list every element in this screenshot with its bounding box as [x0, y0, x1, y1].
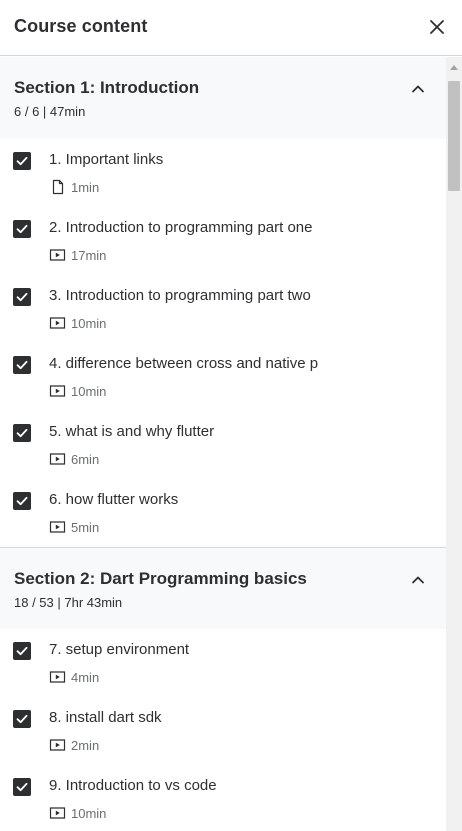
lecture-item[interactable]: 2. Introduction to programming part one 1…	[0, 207, 446, 275]
checkbox-checked[interactable]	[13, 778, 31, 796]
checkbox-checked[interactable]	[13, 356, 31, 374]
lecture-title[interactable]: 8. install dart sdk	[49, 709, 335, 726]
video-play-icon	[49, 247, 66, 263]
checkbox-checked[interactable]	[13, 152, 31, 170]
lecture-meta: 17min	[49, 247, 106, 263]
checkbox-checked[interactable]	[13, 220, 31, 238]
checkmark-icon	[16, 496, 28, 506]
lecture-item[interactable]: 3. Introduction to programming part two 1…	[0, 275, 446, 343]
video-play-icon	[49, 737, 66, 753]
video-play-icon	[49, 451, 66, 467]
lecture-title[interactable]: 3. Introduction to programming part two	[49, 287, 335, 304]
scrollbar[interactable]	[446, 57, 462, 831]
scroll-up-arrow-icon[interactable]	[450, 65, 458, 70]
section-progress: 6 / 6 | 47min	[14, 104, 86, 119]
lecture-meta: 10min	[49, 383, 106, 399]
checkbox-checked[interactable]	[13, 492, 31, 510]
lecture-meta: 5min	[49, 519, 99, 535]
lecture-meta: 10min	[49, 805, 106, 821]
checkbox-checked[interactable]	[13, 288, 31, 306]
checkbox-checked[interactable]	[13, 710, 31, 728]
lecture-item[interactable]: 4. difference between cross and native p…	[0, 343, 446, 411]
checkmark-icon	[16, 224, 28, 234]
checkmark-icon	[16, 292, 28, 302]
section-title: Section 2: Dart Programming basics	[14, 569, 307, 588]
section-progress: 18 / 53 | 7hr 43min	[14, 595, 123, 610]
video-play-icon	[49, 383, 66, 399]
lecture-meta: 2min	[49, 737, 99, 753]
file-icon	[49, 179, 66, 195]
checkbox-checked[interactable]	[13, 642, 31, 660]
checkmark-icon	[16, 360, 28, 370]
lecture-item[interactable]: 8. install dart sdk 2min	[0, 697, 446, 765]
lecture-item[interactable]: 6. how flutter works 5min	[0, 479, 446, 547]
lecture-title[interactable]: 4. difference between cross and native p	[49, 355, 335, 372]
lecture-meta: 1min	[49, 179, 99, 195]
checkmark-icon	[16, 714, 28, 724]
video-play-icon	[49, 519, 66, 535]
lecture-duration: 1min	[71, 179, 100, 195]
lecture-duration: 4min	[71, 669, 100, 685]
panel-title: Course content	[14, 16, 148, 36]
lecture-duration: 10min	[71, 805, 107, 821]
lecture-title[interactable]: 6. how flutter works	[49, 491, 335, 508]
lecture-item[interactable]: 7. setup environment 4min	[0, 629, 446, 697]
lecture-title[interactable]: 5. what is and why flutter	[49, 423, 335, 440]
video-play-icon	[49, 805, 66, 821]
lecture-title[interactable]: 2. Introduction to programming part one	[49, 219, 335, 236]
lecture-duration: 2min	[71, 737, 100, 753]
sections-container: Section 1: Introduction 6 / 6 | 47min 1. I…	[0, 57, 446, 831]
video-play-icon	[49, 669, 66, 685]
lecture-meta: 6min	[49, 451, 99, 467]
lecture-duration: 10min	[71, 383, 107, 399]
checkmark-icon	[16, 646, 28, 656]
lecture-item[interactable]: 5. what is and why flutter 6min	[0, 411, 446, 479]
lecture-item[interactable]: 1. Important links 1min	[0, 139, 446, 207]
lecture-item[interactable]: 9. Introduction to vs code 10min	[0, 765, 446, 831]
close-button[interactable]	[424, 14, 450, 40]
lecture-title[interactable]: 1. Important links	[49, 151, 335, 168]
panel-header: Course content	[0, 0, 462, 56]
lecture-duration: 10min	[71, 315, 107, 331]
lecture-title[interactable]: 9. Introduction to vs code	[49, 777, 335, 794]
section-header[interactable]: Section 2: Dart Programming basics 18 / 5…	[0, 547, 446, 629]
lecture-meta: 10min	[49, 315, 106, 331]
checkmark-icon	[16, 782, 28, 792]
section-title: Section 1: Introduction	[14, 78, 200, 97]
chevron-up-icon[interactable]	[410, 81, 426, 97]
section-header[interactable]: Section 1: Introduction 6 / 6 | 47min	[0, 57, 446, 139]
lecture-title[interactable]: 7. setup environment	[49, 641, 335, 658]
lecture-duration: 17min	[71, 247, 107, 263]
checkmark-icon	[16, 156, 28, 166]
close-icon	[430, 20, 444, 34]
video-play-icon	[49, 315, 66, 331]
lecture-duration: 6min	[71, 451, 100, 467]
scrollbar-thumb[interactable]	[448, 81, 460, 191]
checkmark-icon	[16, 428, 28, 438]
lecture-duration: 5min	[71, 519, 100, 535]
chevron-up-icon[interactable]	[410, 572, 426, 588]
course-content-list[interactable]: Section 1: Introduction 6 / 6 | 47min 1. I…	[0, 57, 462, 831]
lecture-meta: 4min	[49, 669, 99, 685]
checkbox-checked[interactable]	[13, 424, 31, 442]
